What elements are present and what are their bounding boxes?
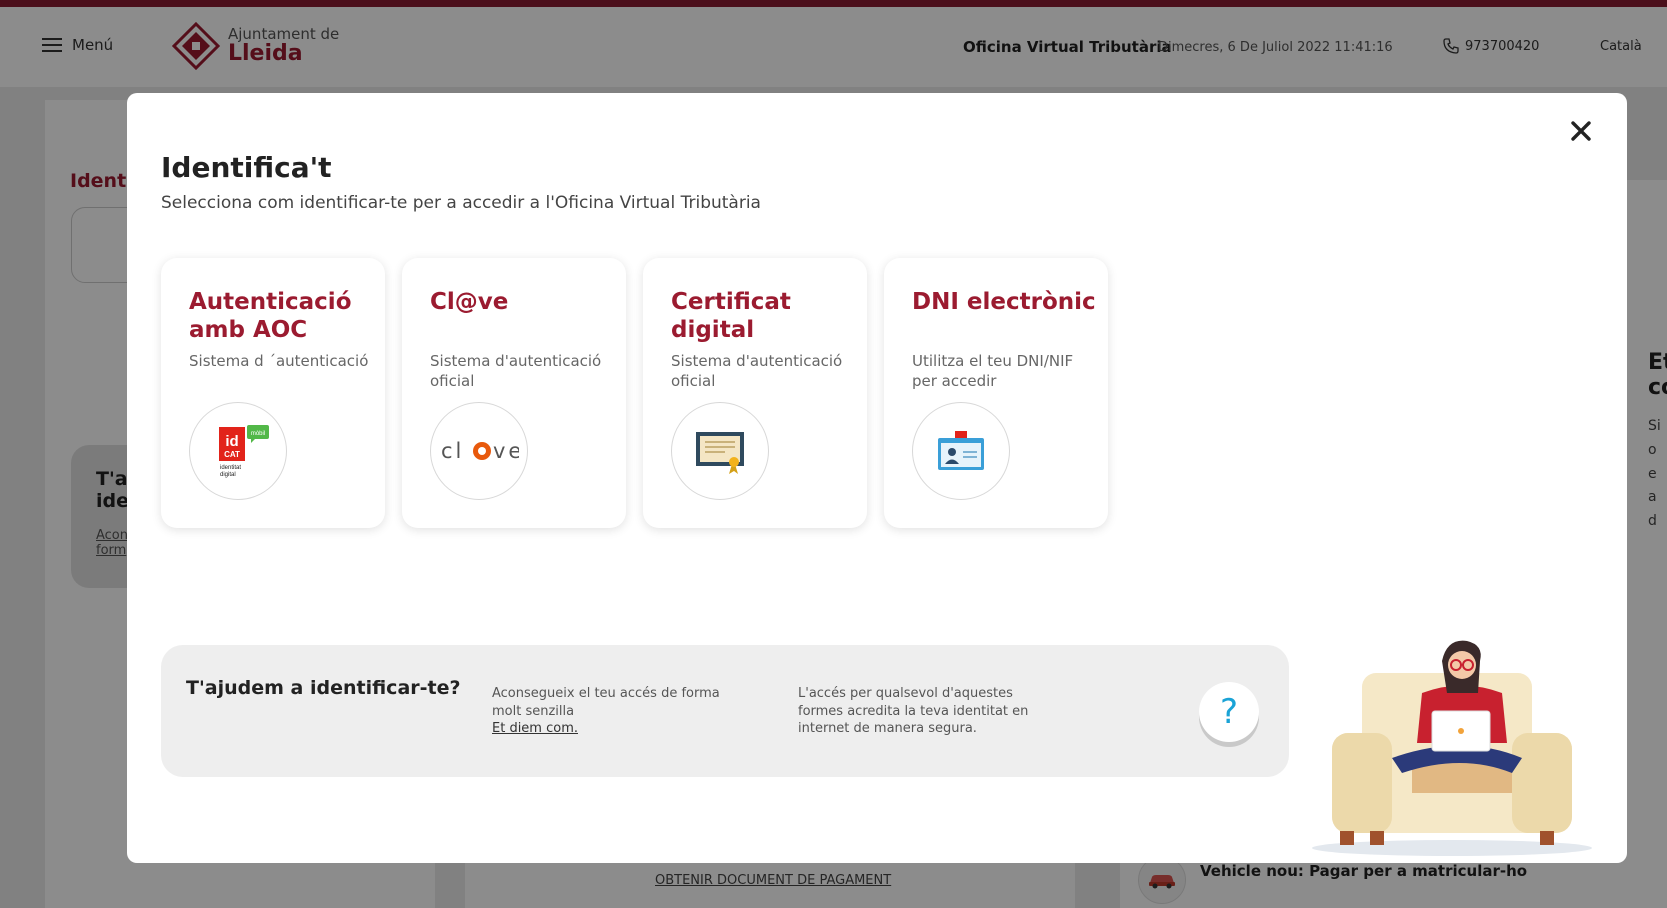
svg-text:cl: cl xyxy=(441,439,464,463)
help-link[interactable]: Et diem com. xyxy=(492,720,732,738)
help-text-access: Aconsegueix el teu accés de forma molt s… xyxy=(492,685,732,738)
clave-logo-icon: cl ve xyxy=(430,402,528,500)
svg-text:ve: ve xyxy=(493,439,519,463)
svg-text:digital: digital xyxy=(220,472,236,478)
method-description: Utilitza el teu DNI/NIF per accedir xyxy=(912,352,1074,390)
method-title: Autenticació amb AOC xyxy=(189,289,352,344)
modal-title: Identifica't xyxy=(161,151,332,184)
id-card-icon xyxy=(912,402,1010,500)
idcat-mobil-icon: id CAT mòbil identitat digital xyxy=(189,402,287,500)
method-title: DNI electrònic xyxy=(912,289,1096,315)
modal-subtitle: Selecciona com identificar-te per a acce… xyxy=(161,193,761,213)
help-text-1: Aconsegueix el teu accés de forma molt s… xyxy=(492,686,720,719)
svg-text:CAT: CAT xyxy=(224,450,240,459)
help-text-2: L'accés per qualsevol d'aquestes formes … xyxy=(798,686,1029,737)
method-title: Cl@ve xyxy=(430,289,509,315)
method-card-certificate[interactable]: Certificat digital Sistema d'autenticaci… xyxy=(643,258,867,528)
help-question-button[interactable]: ? xyxy=(1199,682,1259,742)
method-card-aoc[interactable]: Autenticació amb AOC Sistema d ´autentic… xyxy=(161,258,385,528)
method-card-clave[interactable]: Cl@ve Sistema d'autenticació oficial cl … xyxy=(402,258,626,528)
method-description: Sistema d'autenticació oficial xyxy=(430,352,602,390)
digital-certificate-icon xyxy=(671,402,769,500)
close-icon xyxy=(1571,121,1591,141)
woman-with-laptop-illustration xyxy=(1312,640,1592,856)
method-card-dni[interactable]: DNI electrònic Utilitza el teu DNI/NIF p… xyxy=(884,258,1108,528)
help-box: T'ajudem a identificar-te? Aconsegueix e… xyxy=(161,645,1289,777)
svg-text:identitat: identitat xyxy=(220,465,241,471)
method-title: Certificat digital xyxy=(671,289,791,344)
help-title: T'ajudem a identificar-te? xyxy=(186,677,461,699)
method-description: Sistema d ´autenticació xyxy=(189,352,369,370)
question-mark-icon: ? xyxy=(1219,692,1239,732)
svg-text:id: id xyxy=(225,433,238,450)
method-description: Sistema d'autenticació oficial xyxy=(671,352,843,390)
identify-modal: Identifica't Selecciona com identificar-… xyxy=(127,93,1627,863)
svg-text:mòbil: mòbil xyxy=(251,431,265,437)
close-button[interactable] xyxy=(1563,113,1599,149)
